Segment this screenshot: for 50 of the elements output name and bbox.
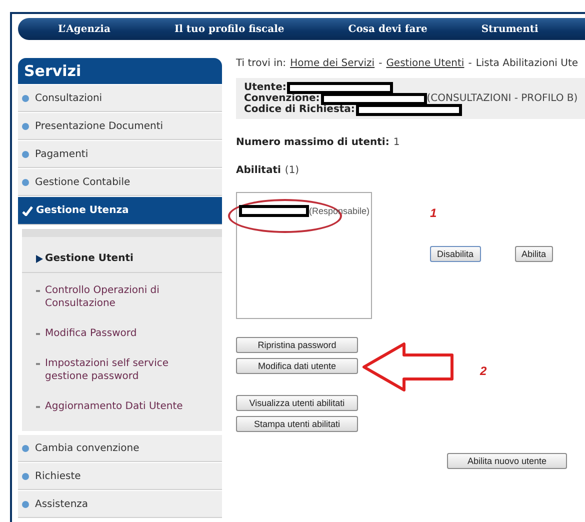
- field-label: Convenzione:: [244, 93, 320, 104]
- sidebar-item[interactable]: Assistenza: [18, 491, 222, 518]
- action-button[interactable]: Stampa utenti abilitati: [236, 416, 358, 432]
- action-button[interactable]: Ripristina password: [236, 337, 358, 353]
- field-value: (CONSULTAZIONI - PROFILO B): [426, 93, 578, 104]
- checkmark-icon: [22, 206, 33, 216]
- submenu-item[interactable]: Aggiornamento Dati Utente: [22, 393, 222, 420]
- annotation-number: 1: [430, 206, 437, 220]
- triangle-icon: [36, 255, 43, 263]
- bullet-icon: [22, 150, 29, 158]
- nav-link[interactable]: Strumenti: [481, 24, 538, 34]
- submenu-item[interactable]: Modifica Password: [22, 320, 222, 347]
- bullet-icon: [22, 500, 29, 508]
- submenu-item[interactable]: Impostazioni self service gestione password: [22, 350, 222, 390]
- field-label: Utente:: [244, 82, 286, 93]
- bullet-icon: [22, 178, 29, 186]
- breadcrumb-text: -: [468, 58, 472, 71]
- sidebar-item[interactable]: Richieste: [18, 463, 222, 490]
- field-label: Numero massimo di utenti:: [236, 137, 390, 148]
- submenu-item[interactable]: Controllo Operazioni di Consultazione: [22, 277, 222, 317]
- breadcrumb-link[interactable]: Home dei Servizi: [290, 58, 375, 72]
- breadcrumb-text: Lista Abilitazioni Ute: [476, 58, 578, 71]
- nav-link[interactable]: L’Agenzia: [58, 24, 110, 34]
- bullet-icon: [22, 472, 29, 480]
- list-action-button[interactable]: Disabilita: [430, 246, 481, 262]
- field-value: 1: [393, 137, 400, 148]
- bullet-icon: [22, 444, 29, 452]
- breadcrumb-link[interactable]: Gestione Utenti: [386, 58, 464, 72]
- field-label: Codice di Richiesta:: [244, 104, 355, 115]
- sidebar-item[interactable]: Cambia convenzione: [18, 435, 222, 462]
- breadcrumb-text: Ti trovi in:: [236, 58, 286, 71]
- sidebar-item[interactable]: Consultazioni: [18, 85, 222, 112]
- sidebar-item[interactable]: Pagamenti: [18, 141, 222, 168]
- breadcrumb-text: -: [378, 58, 382, 71]
- section-label: Abilitati: [236, 165, 281, 176]
- nav-link[interactable]: Il tuo profilo fiscale: [174, 24, 284, 34]
- action-button[interactable]: Visualizza utenti abilitati: [236, 395, 358, 411]
- sidebar-title: Servizi: [18, 58, 222, 84]
- count-label: (1): [284, 165, 300, 176]
- sidebar-item[interactable]: Presentazione Documenti: [18, 113, 222, 140]
- annotation-number: 2: [480, 364, 487, 378]
- action-button[interactable]: Modifica dati utente: [236, 358, 358, 374]
- nav-link[interactable]: Cosa devi fare: [348, 24, 428, 34]
- sidebar-item[interactable]: Gestione Contabile: [18, 169, 222, 196]
- list-action-button[interactable]: Abilita: [514, 246, 554, 262]
- submenu-item[interactable]: Gestione Utenti: [22, 245, 222, 273]
- sidebar-item[interactable]: Gestione Utenza: [18, 197, 222, 225]
- bullet-icon: [22, 122, 29, 130]
- add-user-button[interactable]: Abilita nuovo utente: [447, 453, 567, 469]
- bullet-icon: [22, 94, 29, 102]
